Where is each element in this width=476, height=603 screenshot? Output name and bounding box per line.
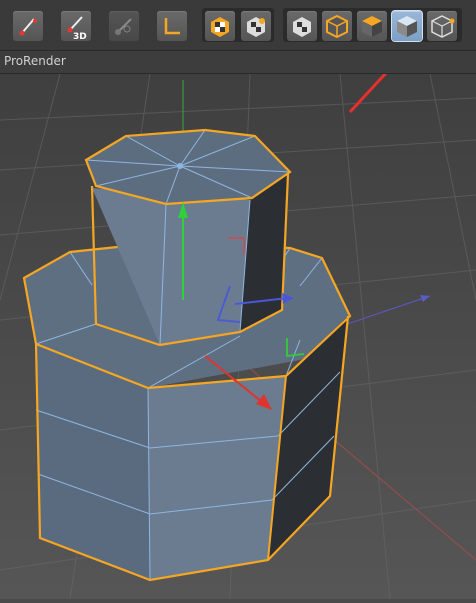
point-mode-icon xyxy=(431,15,455,38)
viewport-scene xyxy=(0,48,476,600)
3d-viewport[interactable] xyxy=(0,48,476,600)
animation-mode-icon xyxy=(362,16,382,37)
paint-3d-icon: 3D xyxy=(67,16,87,41)
brush-disabled-icon xyxy=(115,18,132,35)
point-mode-button[interactable] xyxy=(427,11,457,41)
object-mode-icon xyxy=(326,14,348,39)
paint-3d-tool-button[interactable]: 3D xyxy=(61,11,91,41)
brush-tool-button[interactable] xyxy=(109,11,139,41)
animation-mode-button[interactable] xyxy=(357,11,387,41)
paint-brush-icon xyxy=(19,18,37,36)
snap-checker-alt-button[interactable] xyxy=(241,11,271,41)
prorender-menu[interactable]: ProRender xyxy=(4,54,66,68)
object-mode-button[interactable] xyxy=(322,11,352,41)
model-mode-icon xyxy=(293,17,311,37)
snap-checker-alt-icon xyxy=(247,17,265,37)
workplane-icon xyxy=(164,18,180,35)
top-toolbar: 3D xyxy=(0,0,476,51)
snap-checker-button[interactable] xyxy=(205,11,235,41)
model-mode-button[interactable] xyxy=(287,11,317,41)
workplane-tool-button[interactable] xyxy=(157,11,187,41)
polygon-mode-button[interactable] xyxy=(392,11,422,41)
viewport-menu-bar: ProRender xyxy=(0,51,476,74)
paint-3d-label: 3D xyxy=(73,32,87,41)
polygon-mode-icon xyxy=(397,16,417,37)
paint-brush-tool-button[interactable] xyxy=(13,11,43,41)
snap-checker-icon xyxy=(211,17,229,37)
